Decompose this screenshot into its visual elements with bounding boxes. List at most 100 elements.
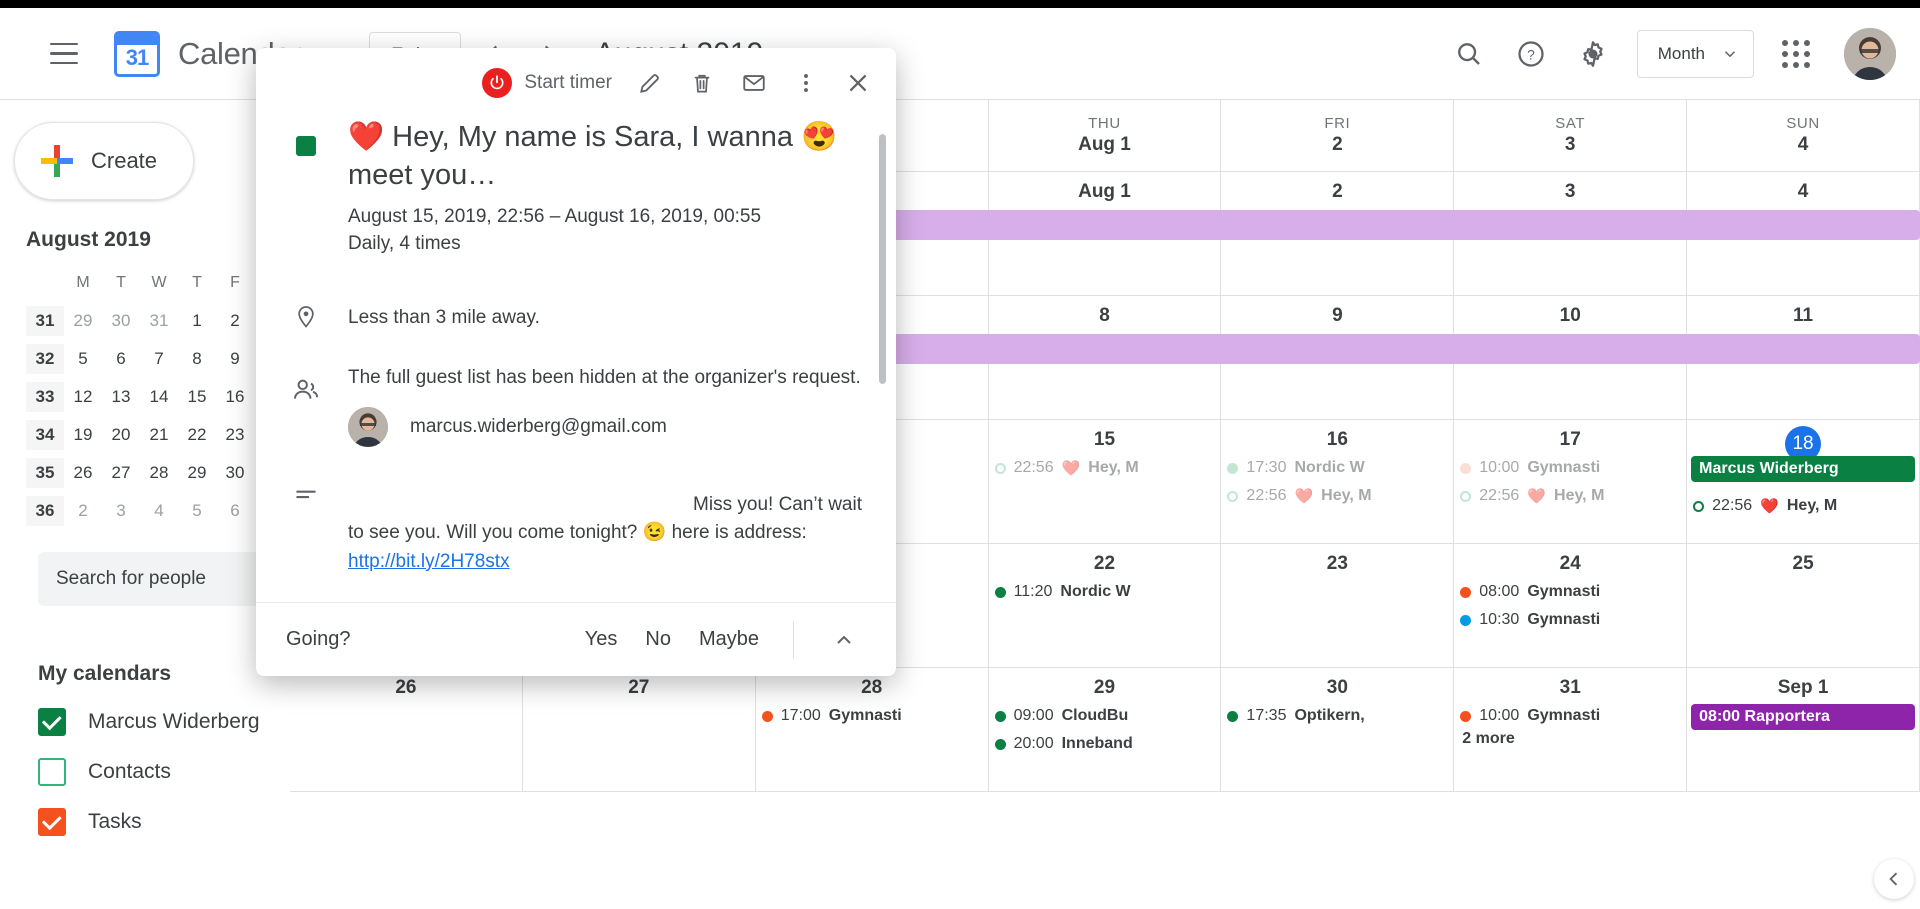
calendar-day-cell[interactable]: 30 17:35 Optikern, bbox=[1221, 668, 1455, 792]
mini-cal-day[interactable]: 31 bbox=[140, 306, 178, 336]
mini-cal-weeknum[interactable]: 31 bbox=[26, 306, 64, 336]
day-header-num[interactable]: 3 bbox=[1565, 134, 1576, 156]
calendar-day-cell[interactable]: 28 17:00 Gymnasti bbox=[755, 668, 989, 792]
calendar-event-chip[interactable]: Marcus Widerberg bbox=[1691, 456, 1915, 482]
calendar-event-item[interactable]: 17:30 Nordic W bbox=[1221, 454, 1453, 482]
mini-cal-day[interactable]: 3 bbox=[102, 496, 140, 526]
rsvp-maybe-button[interactable]: Maybe bbox=[699, 628, 759, 651]
calendar-event-item[interactable]: 10:00 Gymnasti bbox=[1454, 454, 1686, 482]
calendar-day-number[interactable]: 28 bbox=[756, 674, 988, 702]
calendar-day-number[interactable]: Sep 1 bbox=[1687, 674, 1919, 702]
mini-cal-day[interactable]: 21 bbox=[140, 420, 178, 450]
edit-pencil-icon[interactable] bbox=[626, 59, 674, 107]
chevron-up-icon[interactable] bbox=[822, 618, 866, 662]
account-avatar[interactable] bbox=[1844, 27, 1896, 80]
more-vert-icon[interactable] bbox=[782, 59, 830, 107]
calendar-event-item[interactable]: 08:00 Gymnasti bbox=[1454, 578, 1686, 606]
mini-cal-day[interactable]: 2 bbox=[216, 306, 254, 336]
calendar-day-cell[interactable]: 29 09:00 CloudBu 20:00 Inneband bbox=[988, 668, 1222, 792]
rsvp-yes-button[interactable]: Yes bbox=[585, 628, 618, 651]
calendar-checkbox[interactable] bbox=[38, 808, 66, 836]
calendar-event-item[interactable]: 17:35 Optikern, bbox=[1221, 702, 1453, 730]
calendar-day-number[interactable]: 9 bbox=[1221, 302, 1453, 330]
calendar-day-number[interactable]: 25 bbox=[1687, 550, 1919, 578]
search-people-input[interactable]: Search for people bbox=[38, 552, 276, 606]
view-select[interactable]: Month bbox=[1636, 29, 1754, 78]
calendar-list-item[interactable]: Tasks bbox=[38, 808, 290, 836]
apps-grid-icon[interactable] bbox=[1768, 26, 1824, 82]
mini-cal-day[interactable]: 6 bbox=[102, 344, 140, 374]
calendar-day-cell[interactable]: 31 10:00 Gymnasti 2 more bbox=[1454, 668, 1688, 792]
calendar-logo-icon[interactable]: 31 bbox=[114, 30, 160, 77]
calendar-event-item[interactable]: 09:00 CloudBu bbox=[989, 702, 1221, 730]
mini-cal-day[interactable]: 26 bbox=[64, 458, 102, 488]
collapse-panel-icon[interactable] bbox=[1874, 859, 1914, 899]
calendar-event-item[interactable]: 10:00 Gymnasti bbox=[1454, 702, 1686, 730]
day-header-num[interactable]: Aug 1 bbox=[1078, 134, 1131, 156]
search-icon[interactable] bbox=[1441, 26, 1497, 82]
mini-cal-day[interactable]: 5 bbox=[64, 344, 102, 374]
mini-cal-weeknum[interactable]: 34 bbox=[26, 420, 64, 450]
calendar-day-number[interactable]: 24 bbox=[1454, 550, 1686, 578]
mini-cal-weeknum[interactable]: 32 bbox=[26, 344, 64, 374]
hamburger-icon[interactable] bbox=[36, 26, 92, 82]
calendar-event-item[interactable]: 22:56 ❤️ Hey, M bbox=[1687, 492, 1919, 520]
calendar-day-cell[interactable]: 24 08:00 Gymnasti 10:30 Gymnasti bbox=[1454, 544, 1688, 668]
mini-cal-day[interactable]: 16 bbox=[216, 382, 254, 412]
calendar-day-number[interactable]: 11 bbox=[1687, 302, 1919, 330]
mini-cal-day[interactable]: 22 bbox=[178, 420, 216, 450]
help-icon[interactable]: ? bbox=[1503, 26, 1559, 82]
calendar-event-item[interactable]: 17:00 Gymnasti bbox=[756, 702, 988, 730]
calendar-day-cell[interactable]: 27 bbox=[522, 668, 756, 792]
mini-calendar-grid[interactable]: M T W T F 31 29 30 31 1 2 32 5 6 7 8 9 33 12 13 14 15 16 34 19 20… bbox=[26, 268, 276, 526]
mini-cal-weeknum[interactable]: 33 bbox=[26, 382, 64, 412]
mini-cal-day[interactable]: 20 bbox=[102, 420, 140, 450]
calendar-event-item[interactable]: 11:20 Nordic W bbox=[989, 578, 1221, 606]
start-timer-button[interactable]: Start timer bbox=[482, 68, 612, 98]
mini-cal-day[interactable]: 1 bbox=[178, 306, 216, 336]
mini-cal-day[interactable]: 2 bbox=[64, 496, 102, 526]
mini-cal-weeknum[interactable]: 36 bbox=[26, 496, 64, 526]
calendar-day-number[interactable]: Aug 1 bbox=[989, 178, 1221, 206]
mini-cal-day[interactable]: 15 bbox=[178, 382, 216, 412]
create-button[interactable]: Create bbox=[14, 122, 194, 200]
rsvp-no-button[interactable]: No bbox=[645, 628, 671, 651]
calendar-event-item[interactable]: 10:30 Gymnasti bbox=[1454, 606, 1686, 634]
calendar-day-number[interactable]: 26 bbox=[290, 674, 522, 702]
mini-cal-day[interactable]: 30 bbox=[216, 458, 254, 488]
mini-cal-day[interactable]: 30 bbox=[102, 306, 140, 336]
calendar-day-number[interactable]: 8 bbox=[989, 302, 1221, 330]
trash-icon[interactable] bbox=[678, 59, 726, 107]
calendar-day-number[interactable]: 29 bbox=[989, 674, 1221, 702]
calendar-day-number[interactable]: 17 bbox=[1454, 426, 1686, 454]
calendar-day-cell[interactable]: 17 10:00 Gymnasti 22:56 ❤️ Hey, M bbox=[1454, 420, 1688, 544]
calendar-day-number[interactable]: 30 bbox=[1221, 674, 1453, 702]
mini-cal-day[interactable]: 27 bbox=[102, 458, 140, 488]
mini-cal-day[interactable]: 4 bbox=[140, 496, 178, 526]
description-link[interactable]: http://bit.ly/2H78stx bbox=[348, 551, 510, 572]
calendar-checkbox[interactable] bbox=[38, 708, 66, 736]
calendar-day-number[interactable]: 4 bbox=[1687, 178, 1919, 206]
calendar-event-item[interactable]: 20:00 Inneband bbox=[989, 730, 1221, 758]
popup-scrollbar[interactable] bbox=[879, 134, 886, 384]
mini-cal-day[interactable]: 28 bbox=[140, 458, 178, 488]
day-header-num[interactable]: 4 bbox=[1798, 134, 1809, 156]
calendar-list-item[interactable]: Marcus Widerberg bbox=[38, 708, 290, 736]
calendar-day-number[interactable]: 3 bbox=[1454, 178, 1686, 206]
calendar-day-cell[interactable]: 15 22:56 ❤️ Hey, M bbox=[988, 420, 1222, 544]
calendar-day-cell[interactable]: Sep 1 08:00 Rapportera bbox=[1687, 668, 1920, 792]
gear-icon[interactable] bbox=[1565, 26, 1621, 82]
mini-cal-day[interactable]: 9 bbox=[216, 344, 254, 374]
mini-cal-day[interactable]: 13 bbox=[102, 382, 140, 412]
calendar-day-number[interactable]: 16 bbox=[1221, 426, 1453, 454]
calendar-day-cell[interactable]: 18 Marcus Widerberg 22:56 ❤️ Hey, M bbox=[1687, 420, 1920, 544]
calendar-day-cell[interactable]: 23 bbox=[1221, 544, 1455, 668]
calendar-day-number[interactable]: 15 bbox=[989, 426, 1221, 454]
calendar-event-chip[interactable]: 08:00 Rapportera bbox=[1691, 704, 1915, 730]
calendar-event-item[interactable]: 22:56 ❤️ Hey, M bbox=[1221, 482, 1453, 510]
mini-cal-day[interactable]: 8 bbox=[178, 344, 216, 374]
calendar-day-cell[interactable]: 26 bbox=[290, 668, 523, 792]
calendar-day-number[interactable]: 22 bbox=[989, 550, 1221, 578]
mini-cal-day[interactable]: 23 bbox=[216, 420, 254, 450]
guest-entry[interactable]: marcus.widerberg@gmail.com bbox=[348, 406, 862, 447]
